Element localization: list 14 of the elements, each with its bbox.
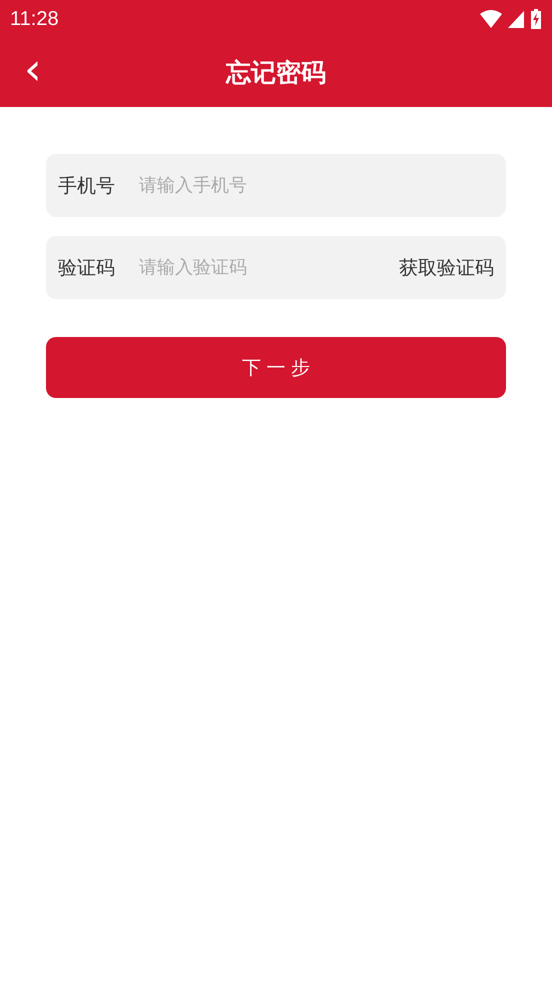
form-field[interactable]: 验证码 请输入验证码 获取验证码 — [46, 236, 506, 299]
battery-charging-icon — [530, 9, 542, 29]
input-field[interactable]: 请输入验证码 — [137, 256, 399, 279]
field-label: 手机号 — [58, 174, 116, 198]
wifi-icon — [480, 10, 502, 28]
get-code-button[interactable]: 获取验证码 — [399, 254, 494, 280]
input-field[interactable]: 请输入手机号 — [137, 174, 494, 197]
back-button[interactable]: ‹ — [18, 48, 48, 92]
field-label: 验证码 — [58, 256, 116, 280]
page-title: 忘记密码 — [226, 57, 326, 89]
next-step-button[interactable]: 下 一 步 — [46, 337, 506, 398]
status-time: 11:28 — [10, 8, 59, 30]
form-field[interactable]: 手机号 请输入手机号 — [46, 154, 506, 217]
signal-icon — [508, 10, 524, 28]
